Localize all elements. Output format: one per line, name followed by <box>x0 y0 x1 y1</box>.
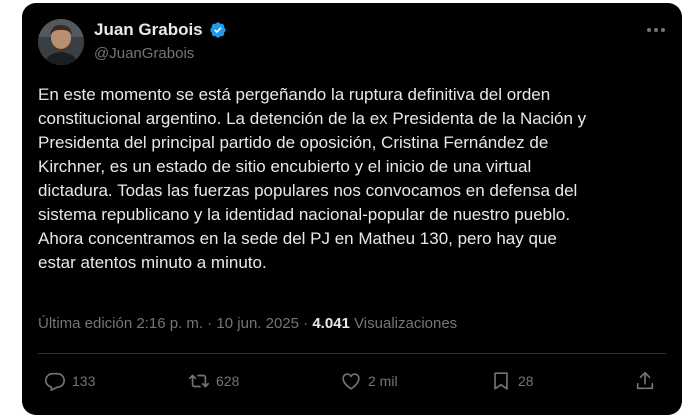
bookmark-icon <box>490 370 512 392</box>
views-label: Visualizaciones <box>354 315 458 332</box>
author-handle[interactable]: @JuanGrabois <box>94 44 194 64</box>
action-bar: 133 628 2 mil 28 <box>22 364 682 398</box>
avatar-image <box>38 19 84 65</box>
reply-button[interactable]: 133 <box>44 364 95 398</box>
retweet-icon <box>188 370 210 392</box>
more-dots-icon[interactable] <box>644 21 668 39</box>
retweet-button[interactable]: 628 <box>188 364 239 398</box>
tweet-text: En este momento se está pergeñando la ru… <box>38 85 587 272</box>
reply-count: 133 <box>72 373 96 389</box>
screenshot-frame: Juan Grabois @JuanGrabois En este moment… <box>0 0 690 418</box>
author-name-row: Juan Grabois <box>94 19 227 41</box>
edited-timestamp[interactable]: Última edición 2:16 p. m. <box>38 315 203 332</box>
verified-badge-icon <box>209 21 227 39</box>
bookmark-button[interactable]: 28 <box>490 364 534 398</box>
divider <box>38 353 666 354</box>
avatar[interactable] <box>38 19 84 65</box>
share-button[interactable] <box>634 364 656 398</box>
bookmark-count: 28 <box>518 373 534 389</box>
tweet-date[interactable]: 10 jun. 2025 <box>216 315 299 332</box>
views-count: 4.041 <box>312 315 350 332</box>
retweet-count: 628 <box>216 373 240 389</box>
reply-icon <box>44 370 66 392</box>
heart-icon <box>340 370 362 392</box>
author-display-name[interactable]: Juan Grabois <box>94 19 203 41</box>
meta-separator: · <box>203 315 217 332</box>
like-count: 2 mil <box>368 373 398 389</box>
tweet-meta: Última edición 2:16 p. m. · 10 jun. 2025… <box>38 314 457 334</box>
like-button[interactable]: 2 mil <box>340 364 398 398</box>
meta-separator: · <box>299 315 313 332</box>
share-icon <box>634 370 656 392</box>
tweet-card: Juan Grabois @JuanGrabois En este moment… <box>22 3 682 415</box>
